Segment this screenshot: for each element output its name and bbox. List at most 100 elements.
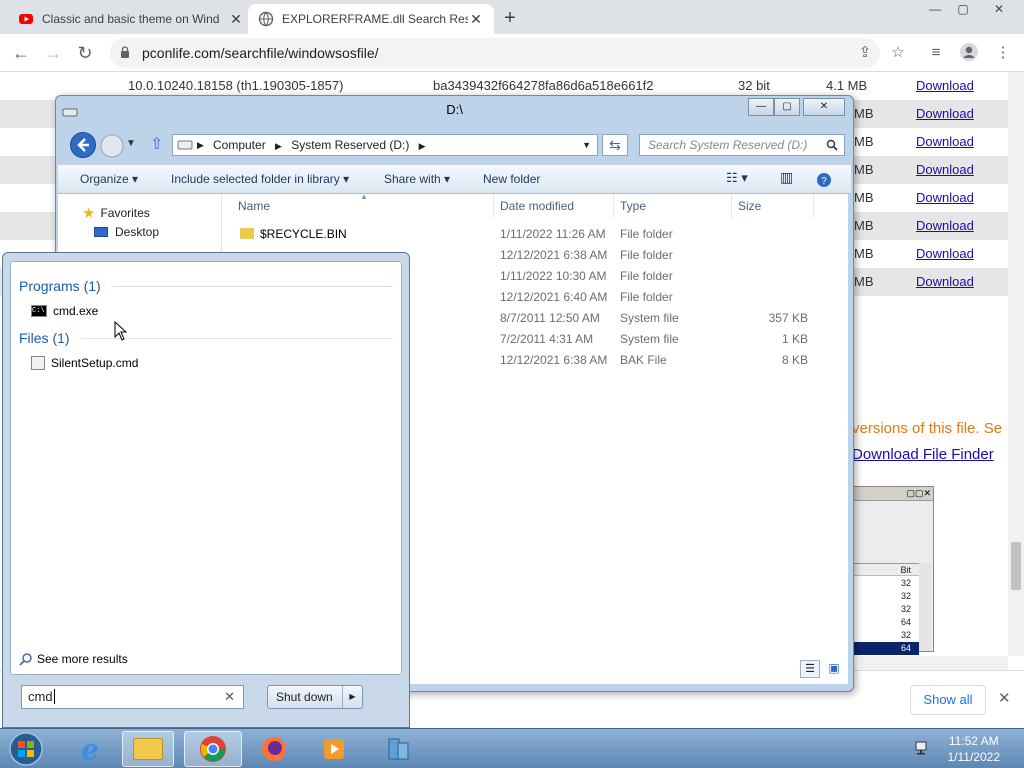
address-bar[interactable]: pconlife.com/searchfile/windowsosfile/ — [110, 38, 880, 68]
result-silentsetup-cmd[interactable]: SilentSetup.cmd — [31, 356, 138, 370]
column-type[interactable]: Type — [614, 194, 732, 218]
forward-icon[interactable]: → — [40, 40, 66, 66]
network-tray-icon[interactable] — [914, 739, 932, 757]
clock-date: 1/11/2022 — [947, 750, 1001, 764]
clear-search-icon[interactable]: ✕ — [224, 686, 235, 708]
column-size[interactable]: Size — [732, 194, 814, 218]
share-with-menu[interactable]: Share with ▾ — [384, 172, 450, 186]
system-clock[interactable]: 11:52 AM 1/11/2022 — [948, 733, 1001, 765]
folder-icon — [240, 228, 254, 239]
download-link[interactable]: Download — [916, 72, 974, 100]
breadcrumb-computer[interactable]: Computer — [213, 138, 266, 152]
bookmark-star-icon[interactable]: ☆ — [887, 42, 909, 64]
reload-icon[interactable]: ↻ — [72, 40, 98, 66]
address-dropdown-icon[interactable]: ▼ — [582, 135, 591, 155]
page-vertical-scrollbar[interactable] — [1008, 72, 1024, 656]
large-icons-view-icon[interactable]: ▣ — [824, 660, 844, 678]
minimize-button[interactable]: — — [920, 0, 950, 20]
details-view-icon[interactable]: ☰ — [800, 660, 820, 678]
size-cell: MB — [854, 162, 874, 177]
taskbar-internet-explorer[interactable]: e — [62, 731, 118, 767]
star-icon: ★ — [82, 205, 96, 222]
file-type: File folder — [620, 290, 673, 304]
download-link[interactable]: Download — [916, 184, 974, 212]
taskbar-windows-explorer[interactable] — [122, 731, 174, 767]
recent-pages-chevron-icon[interactable]: ▼ — [126, 138, 136, 149]
close-button[interactable]: ✕ — [984, 0, 1014, 20]
taskbar-network-app[interactable] — [370, 731, 426, 767]
chrome-icon — [200, 736, 226, 762]
desktop-icon — [94, 227, 108, 237]
breadcrumb-drive[interactable]: System Reserved (D:) — [291, 138, 409, 152]
taskbar-chrome[interactable] — [184, 731, 242, 767]
browser-tab-strip: Classic and basic theme on Wind ✕ EXPLOR… — [0, 0, 1024, 34]
download-link[interactable]: Download — [916, 212, 974, 240]
file-date: 12/12/2021 6:38 AM — [500, 248, 608, 262]
screenshot-scrollbar — [919, 563, 931, 651]
profile-avatar-icon[interactable] — [958, 42, 980, 64]
clock-time: 11:52 AM — [948, 734, 999, 748]
up-arrow-icon[interactable]: ⇧ — [150, 134, 163, 154]
result-cmd-exe[interactable]: C:\ cmd.exe — [31, 304, 98, 318]
tab-close-icon[interactable]: ✕ — [468, 11, 484, 28]
address-breadcrumb[interactable]: ▶ Computer ▶ System Reserved (D:) ▶ ▼ — [172, 134, 598, 156]
download-link[interactable]: Download — [916, 156, 974, 184]
browser-toolbar: ← → ↻ pconlife.com/searchfile/windowsosf… — [0, 34, 1024, 72]
more-menu-icon[interactable]: ⋮ — [992, 42, 1014, 64]
shutdown-button[interactable]: Shut down ▶ — [267, 685, 363, 709]
refresh-icon[interactable]: ⇆ — [602, 134, 628, 156]
search-icon — [826, 139, 838, 151]
start-search-input[interactable]: cmd ✕ — [21, 685, 244, 709]
new-tab-button[interactable]: + — [498, 7, 522, 31]
globe-icon — [258, 11, 274, 27]
download-bar-close-icon[interactable]: ✕ — [998, 689, 1011, 707]
taskbar-firefox[interactable] — [246, 731, 302, 767]
explorer-search-input[interactable]: Search System Reserved (D:) — [639, 134, 845, 156]
tab-classic-theme[interactable]: Classic and basic theme on Wind ✕ — [8, 4, 254, 34]
tab-explorerframe-search[interactable]: EXPLORERFRAME.dll Search Resu ✕ — [248, 4, 494, 34]
back-icon[interactable]: ← — [8, 40, 34, 66]
download-link[interactable]: Download — [916, 268, 974, 296]
screenshot-bit-header: Bit — [853, 564, 919, 576]
forward-arrow-icon[interactable] — [99, 133, 125, 159]
nav-desktop[interactable]: Desktop — [94, 225, 159, 239]
file-row[interactable]: $RECYCLE.BIN 1/11/2022 11:26 AM File fol… — [222, 224, 848, 245]
maximize-button[interactable]: ▢ — [948, 0, 978, 20]
view-options-icon[interactable]: ☷ ▾ — [726, 170, 748, 186]
file-date: 12/12/2021 6:38 AM — [500, 353, 608, 367]
command-prompt-icon: C:\ — [31, 305, 47, 317]
tab-close-icon[interactable]: ✕ — [228, 11, 244, 28]
file-name: $RECYCLE.BIN — [260, 227, 347, 241]
download-link[interactable]: Download — [916, 240, 974, 268]
nav-favorites[interactable]: ★ Favorites — [82, 204, 150, 222]
shutdown-options-icon[interactable]: ▶ — [342, 686, 362, 708]
explorer-minimize-button[interactable]: — — [748, 98, 774, 116]
computer-drive-icon — [177, 140, 193, 150]
share-icon[interactable]: ⇪ — [854, 42, 876, 64]
file-size: 357 KB — [768, 311, 808, 325]
back-arrow-icon[interactable] — [69, 131, 97, 159]
see-more-results-link[interactable]: See more results — [19, 652, 128, 666]
file-finder-link[interactable]: Download File Finder — [852, 446, 994, 463]
download-link[interactable]: Download — [916, 100, 974, 128]
include-library-menu[interactable]: Include selected folder in library ▾ — [171, 172, 349, 186]
taskbar-media-player[interactable] — [306, 731, 362, 767]
preview-pane-icon[interactable]: ▥ — [780, 169, 793, 186]
reading-list-icon[interactable]: ≡ — [925, 42, 947, 64]
size-cell: MB — [854, 190, 874, 205]
page-horizontal-scrollbar[interactable] — [860, 656, 1008, 670]
download-link[interactable]: Download — [916, 128, 974, 156]
file-type: System file — [620, 311, 679, 325]
start-button[interactable] — [0, 731, 52, 767]
explorer-close-button[interactable]: ✕ — [803, 98, 845, 116]
organize-menu[interactable]: Organize ▾ — [80, 172, 138, 186]
explorer-maximize-button[interactable]: ▢ — [774, 98, 800, 116]
new-folder-button[interactable]: New folder — [483, 172, 540, 186]
file-type: File folder — [620, 248, 673, 262]
internet-explorer-icon: e — [81, 732, 99, 766]
show-all-button[interactable]: Show all — [910, 685, 986, 715]
scroll-thumb[interactable] — [1011, 542, 1021, 590]
column-date-modified[interactable]: Date modified — [494, 194, 614, 218]
breadcrumb-separator-icon: ▶ — [275, 141, 282, 151]
help-icon[interactable]: ? — [816, 172, 832, 188]
